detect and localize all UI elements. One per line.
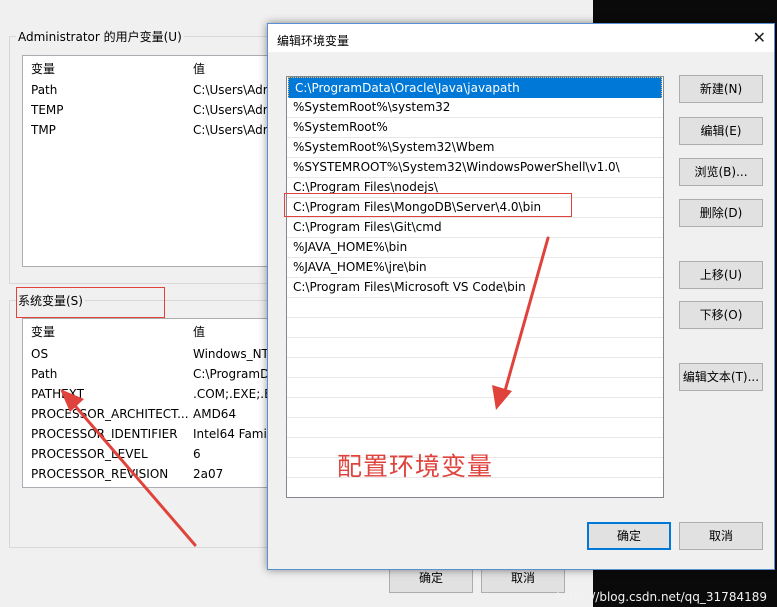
arrow-icon <box>492 236 550 410</box>
arrow-icon <box>60 389 197 547</box>
annotation-arrows <box>60 236 550 547</box>
watermark-text: https://blog.csdn.net/qq_31784189 <box>556 590 767 604</box>
annotation-text: 配置环境变量 <box>337 452 494 481</box>
